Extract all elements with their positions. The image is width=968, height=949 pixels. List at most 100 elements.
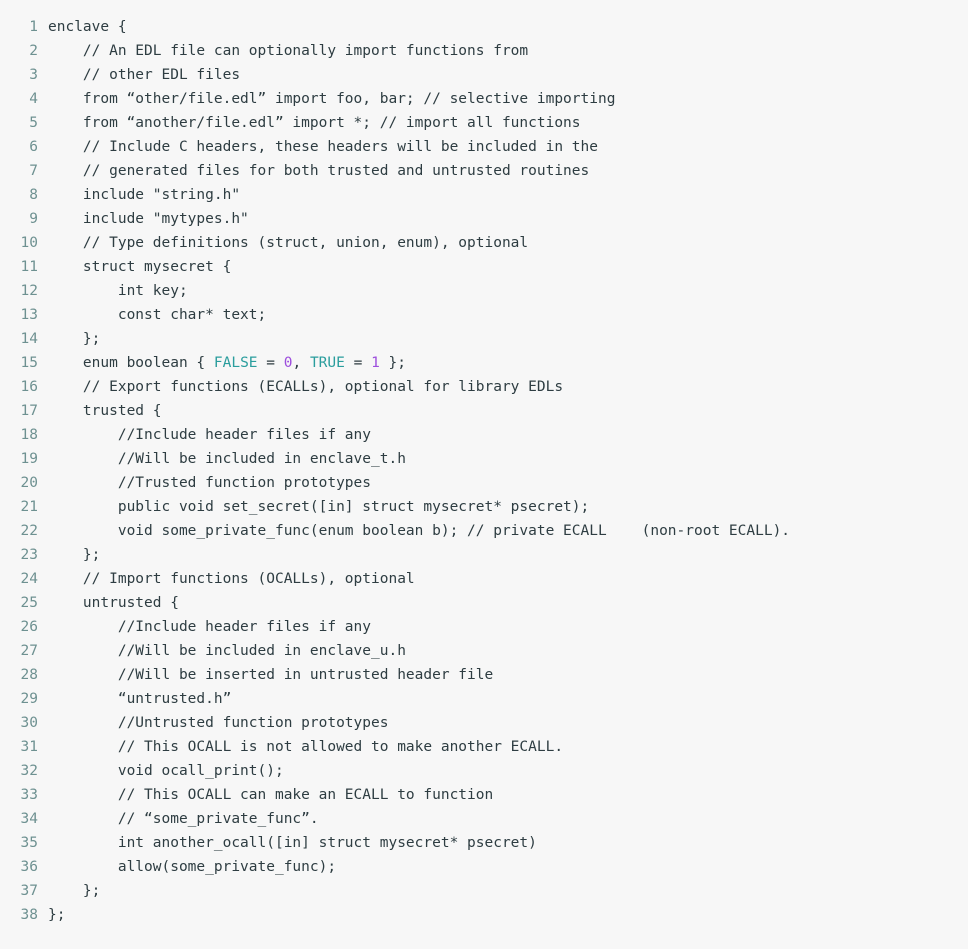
code-line: 6 // Include C headers, these headers wi…	[0, 135, 968, 159]
line-content: // An EDL file can optionally import fun…	[48, 43, 529, 59]
line-number: 13	[20, 307, 38, 323]
code-line: 29 “untrusted.h”	[0, 687, 968, 711]
line-content: include "string.h"	[48, 187, 241, 203]
code-token-plain: };	[379, 355, 406, 371]
code-line: 38};	[0, 903, 968, 927]
line-content: // other EDL files	[48, 67, 241, 83]
line-content: //Untrusted function prototypes	[48, 715, 389, 731]
line-number: 2	[29, 43, 38, 59]
code-token-plain: enum boolean {	[48, 355, 214, 371]
code-line: 25 untrusted {	[0, 591, 968, 615]
line-number: 21	[20, 499, 38, 515]
line-number: 33	[20, 787, 38, 803]
line-number: 10	[20, 235, 38, 251]
line-number: 22	[20, 523, 38, 539]
line-number: 8	[29, 187, 38, 203]
line-content: // Export functions (ECALLs), optional f…	[48, 379, 564, 395]
line-content: void some_private_func(enum boolean b); …	[48, 523, 791, 539]
line-content: };	[48, 331, 101, 347]
line-number: 4	[29, 91, 38, 107]
line-number: 5	[29, 115, 38, 131]
line-number: 20	[20, 475, 38, 491]
code-line: 36 allow(some_private_func);	[0, 855, 968, 879]
line-number: 28	[20, 667, 38, 683]
code-line: 15 enum boolean { FALSE = 0, TRUE = 1 };	[0, 351, 968, 375]
code-listing: 1 enclave { 2 // An EDL file can optionall…	[0, 0, 968, 949]
line-content: int key;	[48, 283, 188, 299]
line-content: //Include header files if any	[48, 427, 372, 443]
line-number: 29	[20, 691, 38, 707]
line-content: void ocall_print();	[48, 763, 284, 779]
code-line: 24 // Import functions (OCALLs), optiona…	[0, 567, 968, 591]
line-number: 32	[20, 763, 38, 779]
code-line: 31 // This OCALL is not allowed to make …	[0, 735, 968, 759]
code-line: 8 include "string.h"	[0, 183, 968, 207]
line-number: 23	[20, 547, 38, 563]
line-number: 3	[29, 67, 38, 83]
line-content: };	[48, 883, 101, 899]
line-content: struct mysecret {	[48, 259, 232, 275]
line-number: 25	[20, 595, 38, 611]
code-line: 10 // Type definitions (struct, union, e…	[0, 231, 968, 255]
code-line: 14 };	[0, 327, 968, 351]
line-number: 38	[20, 907, 38, 923]
line-number: 36	[20, 859, 38, 875]
code-line: 22 void some_private_func(enum boolean b…	[0, 519, 968, 543]
code-line: 4 from “other/file.edl” import foo, bar;…	[0, 87, 968, 111]
code-line: 9 include "mytypes.h"	[0, 207, 968, 231]
line-content: };	[48, 547, 101, 563]
code-line: 16 // Export functions (ECALLs), optiona…	[0, 375, 968, 399]
line-number: 24	[20, 571, 38, 587]
line-number: 26	[20, 619, 38, 635]
line-content: // This OCALL is not allowed to make ano…	[48, 739, 564, 755]
code-line: 12 int key;	[0, 279, 968, 303]
line-content: // generated files for both trusted and …	[48, 163, 590, 179]
code-line: 19 //Will be included in enclave_t.h	[0, 447, 968, 471]
code-line: 17 trusted {	[0, 399, 968, 423]
code-line: 3 // other EDL files	[0, 63, 968, 87]
line-content: include "mytypes.h"	[48, 211, 249, 227]
line-content: //Will be included in enclave_t.h	[48, 451, 406, 467]
line-content: “untrusted.h”	[48, 691, 232, 707]
code-token-const: TRUE	[309, 355, 345, 371]
line-content: // Import functions (OCALLs), optional	[48, 571, 415, 587]
line-content: enum boolean { FALSE = 0, TRUE = 1 };	[38, 351, 406, 375]
line-number: 12	[20, 283, 38, 299]
line-number: 30	[20, 715, 38, 731]
line-content: const char* text;	[48, 307, 267, 323]
code-line: 30 //Untrusted function prototypes	[0, 711, 968, 735]
code-line: 11 struct mysecret {	[0, 255, 968, 279]
code-line: 35 int another_ocall([in] struct mysecre…	[0, 831, 968, 855]
line-number: 27	[20, 643, 38, 659]
line-content: from “other/file.edl” import foo, bar; /…	[48, 91, 616, 107]
code-line: 33 // This OCALL can make an ECALL to fu…	[0, 783, 968, 807]
line-content: // Type definitions (struct, union, enum…	[48, 235, 529, 251]
code-token-plain: ,	[292, 355, 310, 371]
line-content: enclave {	[48, 19, 127, 35]
code-line: 1 enclave {	[0, 15, 968, 39]
line-number: 35	[20, 835, 38, 851]
line-number: 9	[29, 211, 38, 227]
code-line: 2 // An EDL file can optionally import f…	[0, 39, 968, 63]
line-content: // This OCALL can make an ECALL to funct…	[48, 787, 494, 803]
code-line: 13 const char* text;	[0, 303, 968, 327]
line-number: 6	[29, 139, 38, 155]
code-line: 20 //Trusted function prototypes	[0, 471, 968, 495]
line-number: 1	[29, 19, 38, 35]
line-content: //Trusted function prototypes	[48, 475, 372, 491]
code-token-num: 1	[371, 355, 380, 371]
line-content: allow(some_private_func);	[48, 859, 337, 875]
line-content: //Will be inserted in untrusted header f…	[48, 667, 494, 683]
line-number: 14	[20, 331, 38, 347]
code-line: 18 //Include header files if any	[0, 423, 968, 447]
code-line: 32 void ocall_print();	[0, 759, 968, 783]
line-content: untrusted {	[48, 595, 179, 611]
code-token-plain: =	[344, 355, 372, 371]
line-content: trusted {	[48, 403, 162, 419]
line-content: // “some_private_func”.	[48, 811, 319, 827]
code-line: 37 };	[0, 879, 968, 903]
code-line: 5 from “another/file.edl” import *; // i…	[0, 111, 968, 135]
code-line: 34 // “some_private_func”.	[0, 807, 968, 831]
code-line: 7 // generated files for both trusted an…	[0, 159, 968, 183]
line-number: 37	[20, 883, 38, 899]
